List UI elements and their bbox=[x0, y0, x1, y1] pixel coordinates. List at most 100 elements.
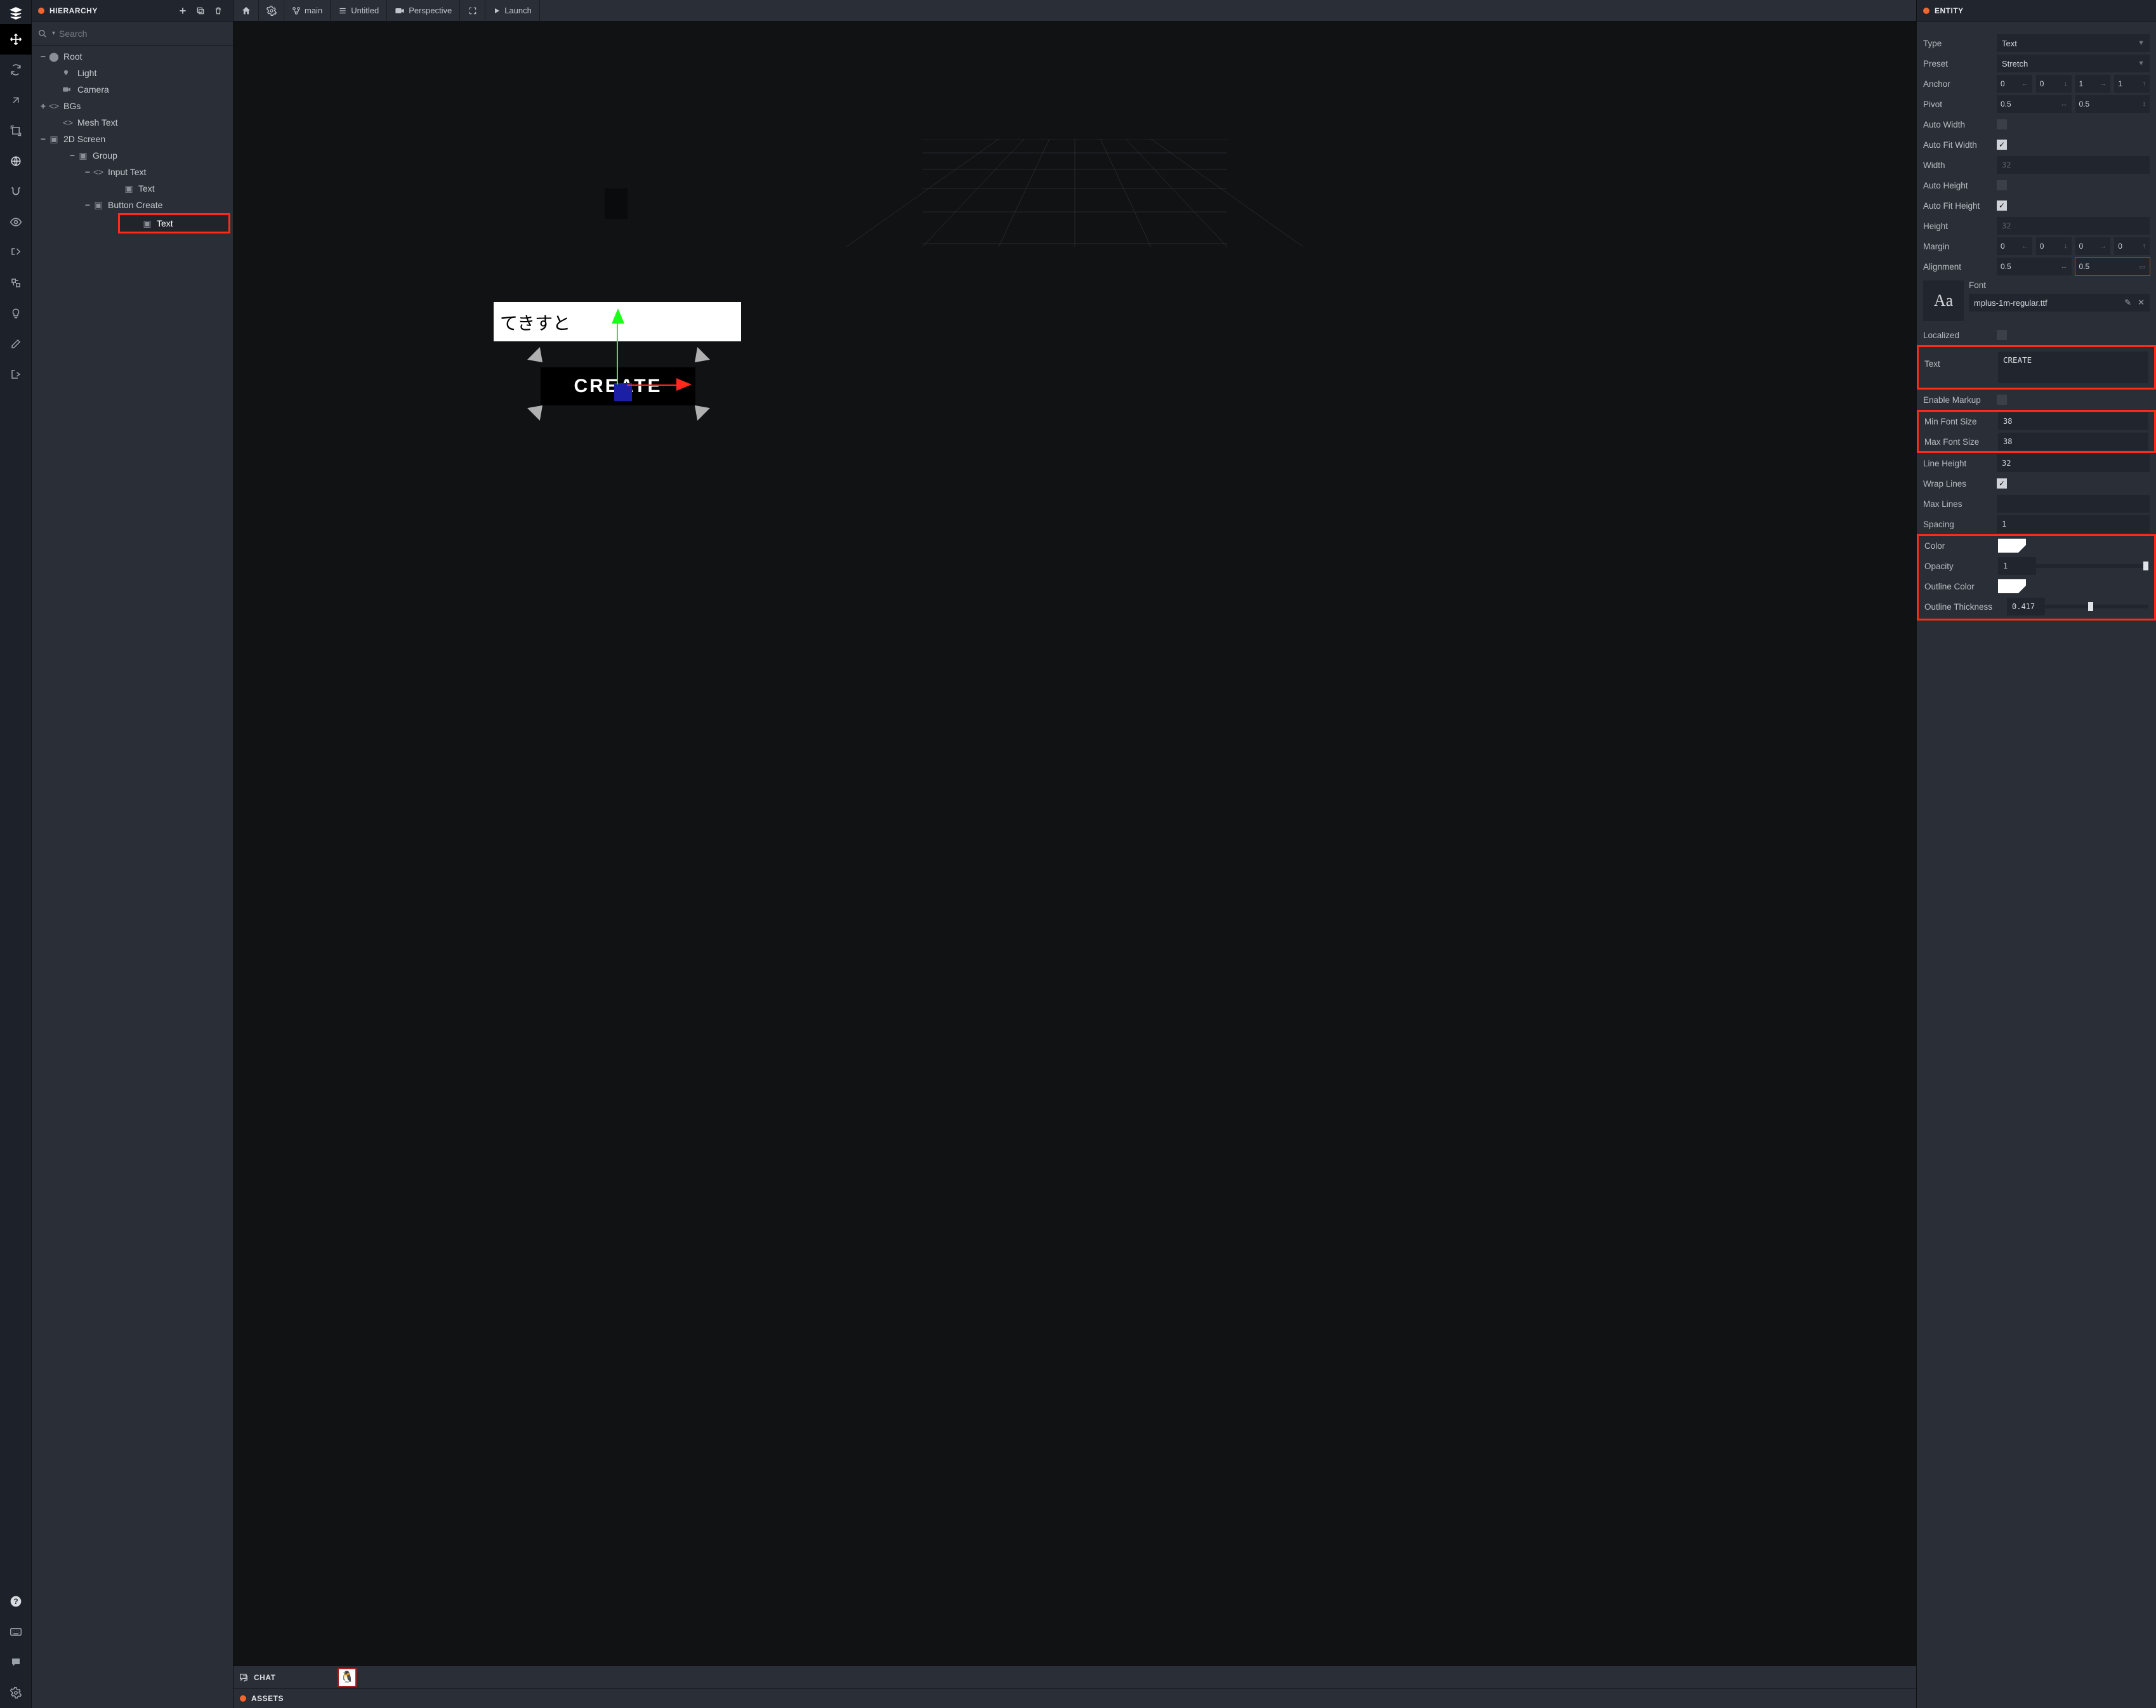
prop-enablemarkup: Enable Markup bbox=[1917, 390, 2156, 410]
autofitheight-checkbox[interactable]: ✓ bbox=[1997, 200, 2007, 211]
outlinethickness-input[interactable]: 0.417 bbox=[2007, 598, 2045, 615]
tool-focus[interactable] bbox=[0, 237, 32, 268]
help-button[interactable]: ? bbox=[0, 1586, 32, 1617]
maxlines-input[interactable] bbox=[1997, 495, 2150, 513]
collapse-icon[interactable]: − bbox=[67, 150, 77, 161]
font-asset[interactable]: mplus-1m-regular.ttf ✎ ✕ bbox=[1969, 294, 2150, 312]
tool-scale[interactable] bbox=[0, 85, 32, 115]
gizmo-center[interactable] bbox=[614, 383, 632, 401]
resize-handle-tl[interactable] bbox=[527, 347, 549, 369]
camera-mode-selector[interactable]: Perspective bbox=[387, 0, 460, 22]
opacity-slider[interactable] bbox=[2036, 564, 2148, 568]
opacity-input[interactable]: 1 bbox=[1998, 557, 2036, 575]
margin-right-input[interactable]: 0→ bbox=[2075, 237, 2111, 255]
collapse-icon[interactable]: − bbox=[38, 134, 48, 144]
tool-link[interactable] bbox=[0, 268, 32, 298]
type-select[interactable]: Text▼ bbox=[1997, 34, 2150, 52]
autofitwidth-checkbox[interactable]: ✓ bbox=[1997, 140, 2007, 150]
tree-node-bgs[interactable]: + <> BGs bbox=[32, 98, 233, 114]
margin-top-input[interactable]: 0↑ bbox=[2114, 237, 2150, 255]
close-icon[interactable]: ✕ bbox=[2138, 298, 2145, 308]
outlinecolor-picker[interactable] bbox=[1998, 579, 2026, 593]
tool-edit[interactable] bbox=[0, 329, 32, 359]
anchor-top-input[interactable]: 1↑ bbox=[2114, 75, 2150, 93]
spacing-input[interactable]: 1 bbox=[1997, 515, 2150, 533]
gizmo-x-axis[interactable] bbox=[627, 384, 678, 386]
pivot-y-input[interactable]: 0.5↕ bbox=[2075, 95, 2150, 113]
maxfont-input[interactable]: 38 bbox=[1998, 433, 2148, 450]
home-button[interactable] bbox=[233, 0, 259, 22]
add-entity-button[interactable] bbox=[174, 3, 191, 19]
height-input[interactable]: 32 bbox=[1997, 217, 2150, 235]
preset-select[interactable]: Stretch▼ bbox=[1997, 55, 2150, 72]
arrow-up-icon: ↑ bbox=[2143, 80, 2146, 88]
wraplines-checkbox[interactable]: ✓ bbox=[1997, 478, 2007, 489]
branch-selector[interactable]: main bbox=[284, 0, 331, 22]
minfont-input[interactable]: 38 bbox=[1998, 412, 2148, 430]
tool-visibility[interactable] bbox=[0, 207, 32, 237]
grid-lines bbox=[233, 139, 1916, 247]
margin-bottom-input[interactable]: 0↓ bbox=[2036, 237, 2072, 255]
margin-left-input[interactable]: 0← bbox=[1997, 237, 2032, 255]
tree-node-buttoncreate[interactable]: − ▣ Button Create bbox=[32, 197, 233, 213]
chat-tab[interactable]: CHAT 🐧 bbox=[233, 1666, 1916, 1689]
tool-lightbulb[interactable] bbox=[0, 298, 32, 329]
autowidth-checkbox[interactable] bbox=[1997, 119, 2007, 129]
edit-icon[interactable]: ✎ bbox=[2124, 298, 2131, 308]
pivot-x-input[interactable]: 0.5↔ bbox=[1997, 95, 2072, 113]
tool-resize[interactable] bbox=[0, 115, 32, 146]
alignment-x-input[interactable]: 0.5↔ bbox=[1997, 258, 2072, 275]
autoheight-checkbox[interactable] bbox=[1997, 180, 2007, 190]
entity-icon: ⬤ bbox=[48, 51, 60, 62]
tool-world[interactable] bbox=[0, 146, 32, 176]
keyboard-button[interactable] bbox=[0, 1617, 32, 1647]
launch-button[interactable]: Launch bbox=[485, 0, 540, 22]
color-picker[interactable] bbox=[1998, 539, 2026, 553]
duplicate-button[interactable] bbox=[192, 3, 209, 19]
tool-move[interactable] bbox=[0, 24, 32, 55]
user-avatar[interactable]: 🐧 bbox=[338, 1668, 357, 1687]
collapse-icon[interactable]: − bbox=[82, 200, 93, 210]
delete-button[interactable] bbox=[210, 3, 227, 19]
search-input[interactable] bbox=[59, 29, 227, 39]
tool-publish[interactable] bbox=[0, 359, 32, 390]
tree-node-camera[interactable]: · Camera bbox=[32, 81, 233, 98]
settings-button[interactable] bbox=[0, 1678, 32, 1708]
collapse-icon[interactable]: − bbox=[82, 167, 93, 177]
expand-icon[interactable]: + bbox=[38, 101, 48, 111]
viewport[interactable]: てきすと CREATE bbox=[233, 22, 1916, 1665]
scene-selector[interactable]: Untitled bbox=[331, 0, 387, 22]
prop-preset: Preset Stretch▼ bbox=[1917, 53, 2156, 74]
tree-node-inputtext[interactable]: − <> Input Text bbox=[32, 164, 233, 180]
resize-handle-tr[interactable] bbox=[688, 347, 710, 369]
anchor-right-input[interactable]: 1→ bbox=[2075, 75, 2111, 93]
alignment-y-input[interactable]: 0.5▭ bbox=[2075, 258, 2150, 275]
tree-node-light[interactable]: · Light bbox=[32, 65, 233, 81]
tree-node-group[interactable]: − ▣ Group bbox=[32, 147, 233, 164]
localized-checkbox[interactable] bbox=[1997, 330, 2007, 340]
outlinethickness-slider[interactable] bbox=[2045, 605, 2148, 608]
gizmo-x-arrow[interactable] bbox=[676, 378, 692, 391]
tree-node-root[interactable]: − ⬤ Root bbox=[32, 48, 233, 65]
feedback-button[interactable] bbox=[0, 1647, 32, 1678]
anchor-left-input[interactable]: 0← bbox=[1997, 75, 2032, 93]
tree-node-meshtext[interactable]: · <> Mesh Text bbox=[32, 114, 233, 131]
gizmo-y-axis[interactable] bbox=[617, 324, 618, 384]
tree-node-text2[interactable]: · ▣ Text bbox=[120, 215, 228, 232]
tree-node-text1[interactable]: · ▣ Text bbox=[32, 180, 233, 197]
text-textarea[interactable]: CREATE bbox=[1998, 351, 2148, 383]
fullscreen-button[interactable] bbox=[460, 0, 485, 22]
tree-node-2dscreen[interactable]: − ▣ 2D Screen bbox=[32, 131, 233, 147]
settings-gear-button[interactable] bbox=[259, 0, 284, 22]
assets-tab[interactable]: ASSETS bbox=[233, 1689, 1916, 1708]
lineheight-input[interactable]: 32 bbox=[1997, 454, 2150, 472]
gizmo-y-arrow[interactable] bbox=[612, 308, 624, 324]
tool-rotate[interactable] bbox=[0, 55, 32, 85]
enablemarkup-checkbox[interactable] bbox=[1997, 395, 2007, 405]
width-input[interactable]: 32 bbox=[1997, 156, 2150, 174]
tool-rail: ? bbox=[0, 0, 32, 1708]
anchor-bottom-input[interactable]: 0↓ bbox=[2036, 75, 2072, 93]
collapse-icon[interactable]: − bbox=[38, 51, 48, 62]
tool-snap[interactable] bbox=[0, 176, 32, 207]
search-caret-icon[interactable]: ▾ bbox=[52, 30, 55, 37]
